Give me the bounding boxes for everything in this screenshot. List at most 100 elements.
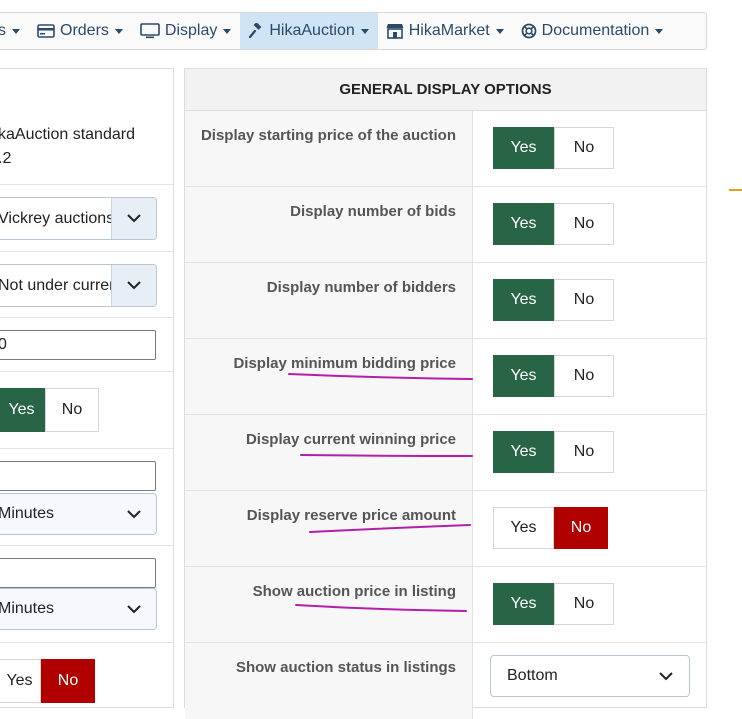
option-row: Display number of bidders Yes No: [185, 263, 706, 339]
settings-row: Minutes: [0, 449, 173, 546]
option-label: Show auction price in listing: [252, 583, 456, 600]
option-label-cell: Show auction status in listings: [185, 643, 473, 719]
toggle-no-button[interactable]: No: [41, 659, 95, 703]
toggle-no-button[interactable]: No: [554, 583, 614, 625]
toggle-yes-button[interactable]: Yes: [493, 431, 554, 473]
edge-marker: [729, 189, 742, 191]
option-label: Show auction status in listings: [235, 659, 456, 676]
option-label-cell: Display starting price of the auction: [185, 111, 473, 186]
option-row: Display reserve price amount Yes No: [185, 491, 706, 567]
option-label-cell: Show auction price in listing: [185, 567, 473, 642]
option-label: Display number of bidders: [266, 279, 456, 296]
option-label-cell: Display current winning price: [185, 415, 473, 490]
chevron-down-icon: [111, 265, 156, 306]
option-label: Display number of bids: [290, 203, 456, 220]
toggle-yes-button[interactable]: Yes: [493, 127, 554, 169]
toggle-yes-button[interactable]: Yes: [493, 203, 554, 245]
chevron-down-icon: [114, 28, 123, 34]
yes-no-toggle: Yes No: [493, 583, 614, 627]
settings-row: kaAuction standard .2: [0, 69, 173, 185]
auction-type-select[interactable]: Vickrey auctions: [0, 197, 157, 240]
settings-row: 0: [0, 318, 173, 372]
option-row: Display number of bids Yes No: [185, 187, 706, 263]
select-value: Minutes: [0, 600, 55, 617]
duration-input[interactable]: [0, 461, 156, 491]
setting-value-line1: kaAuction standard: [0, 126, 135, 143]
gavel-icon: [248, 23, 264, 39]
select-value: Vickrey auctions: [0, 209, 111, 227]
toggle-yes-button[interactable]: Yes: [493, 507, 554, 549]
toggle-no-button[interactable]: No: [45, 388, 99, 432]
setting-value-line2: .2: [0, 150, 12, 167]
menu-item-label: s: [0, 22, 6, 39]
under-current-select[interactable]: Not under current: [0, 264, 157, 307]
toggle-yes-button[interactable]: Yes: [493, 279, 554, 321]
option-row: Show auction price in listing Yes No: [185, 567, 706, 643]
toggle-no-button[interactable]: No: [554, 279, 614, 321]
toggle-no-button[interactable]: No: [554, 507, 608, 549]
option-label: Display minimum bidding price: [233, 355, 456, 372]
menu-item-label: Documentation: [541, 22, 650, 39]
chevron-down-icon: [655, 28, 664, 34]
numeric-input[interactable]: 0: [0, 330, 156, 360]
toggle-yes-button[interactable]: Yes: [493, 583, 554, 625]
yes-no-toggle: Yes No: [493, 127, 614, 171]
settings-row: Yes No: [0, 643, 173, 709]
select-value: Bottom: [507, 667, 558, 684]
toggle-yes-button[interactable]: Yes: [0, 659, 41, 703]
toggle-yes-button[interactable]: Yes: [493, 355, 554, 397]
top-menu-bar: s Orders Display HikaAuction HikaMarket: [0, 12, 707, 50]
option-label-cell: Display minimum bidding price: [185, 339, 473, 414]
menu-item-documentation[interactable]: Documentation: [513, 13, 673, 49]
option-label-cell: Display number of bids: [185, 187, 473, 262]
menu-item-label: HikaAuction: [269, 22, 355, 39]
select-value: Minutes: [0, 505, 55, 522]
toggle-yes-button[interactable]: Yes: [0, 388, 45, 432]
option-label: Display starting price of the auction: [200, 127, 456, 144]
chevron-down-icon: [360, 28, 369, 34]
settings-row: Minutes: [0, 546, 173, 643]
lifebuoy-icon: [521, 23, 537, 39]
store-icon: [386, 23, 404, 39]
toggle-no-button[interactable]: No: [554, 431, 614, 473]
menu-item-display[interactable]: Display: [132, 13, 240, 49]
left-settings-panel: kaAuction standard .2 Vickrey auctions N…: [0, 68, 174, 708]
chevron-down-icon: [111, 198, 156, 239]
menu-item-orders[interactable]: Orders: [29, 13, 132, 49]
menu-item-label: Display: [164, 22, 218, 39]
option-label: Display current winning price: [245, 431, 456, 448]
option-label: Display reserve price amount: [246, 507, 456, 524]
select-value: Not under current: [0, 276, 111, 294]
yes-no-toggle: Yes No: [493, 355, 614, 399]
chevron-down-icon: [111, 494, 156, 534]
option-row: Show auction status in listings Bottom: [185, 643, 706, 719]
option-row: Display starting price of the auction Ye…: [185, 111, 706, 187]
menu-item-partial[interactable]: s: [0, 13, 29, 49]
yes-no-toggle: Yes No: [0, 388, 99, 432]
option-row: Display current winning price Yes No: [185, 415, 706, 491]
menu-item-hikaauction[interactable]: HikaAuction: [240, 13, 378, 49]
yes-no-toggle: Yes No: [493, 431, 614, 475]
yes-no-toggle: Yes No: [0, 659, 95, 703]
option-label-cell: Display reserve price amount: [185, 491, 473, 566]
duration-unit-select[interactable]: Minutes: [0, 588, 157, 630]
panel-header: GENERAL DISPLAY OPTIONS: [185, 69, 706, 111]
yes-no-toggle: Yes No: [493, 507, 608, 551]
menu-item-label: Orders: [60, 22, 109, 39]
settings-row: Vickrey auctions: [0, 185, 173, 252]
duration-input[interactable]: [0, 558, 156, 588]
duration-unit-select[interactable]: Minutes: [0, 493, 157, 535]
menu-item-hikamarket[interactable]: HikaMarket: [378, 13, 513, 49]
toggle-no-button[interactable]: No: [554, 203, 614, 245]
yes-no-toggle: Yes No: [493, 203, 614, 247]
option-label-cell: Display number of bidders: [185, 263, 473, 338]
yes-no-toggle: Yes No: [493, 279, 614, 323]
settings-row: Not under current: [0, 252, 173, 318]
toggle-no-button[interactable]: No: [554, 355, 614, 397]
settings-row: Yes No: [0, 372, 173, 449]
chevron-down-icon: [111, 589, 156, 629]
chevron-down-icon: [643, 656, 689, 696]
toggle-no-button[interactable]: No: [554, 127, 614, 169]
monitor-icon: [140, 23, 160, 39]
option-row: Display minimum bidding price Yes No: [185, 339, 706, 415]
